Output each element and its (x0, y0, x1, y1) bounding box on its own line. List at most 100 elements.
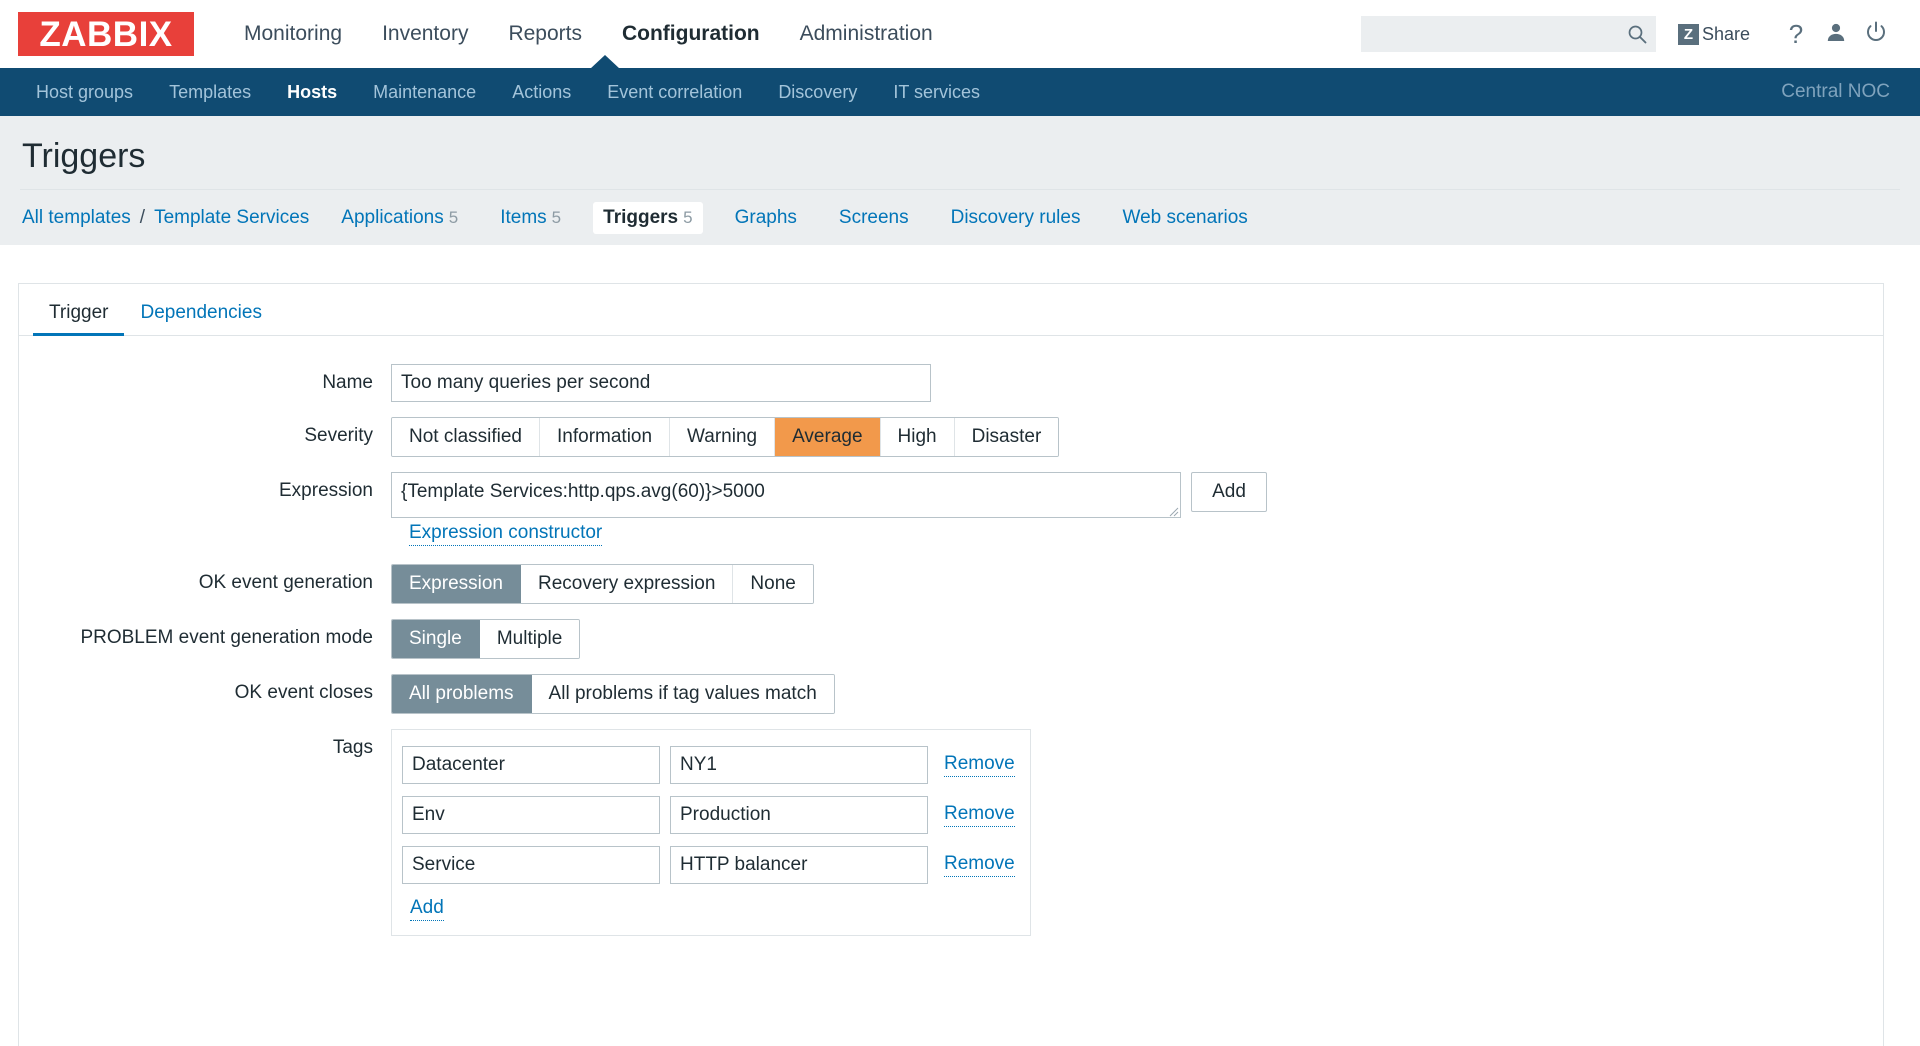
tab-dependencies[interactable]: Dependencies (124, 303, 277, 335)
object-tab-screens[interactable]: Screens (829, 202, 919, 234)
ok-event-generation-option-none[interactable]: None (733, 565, 812, 603)
tag-key-input-3[interactable] (402, 846, 660, 884)
expression-input[interactable]: {Template Services:http.qps.avg(60)}>500… (391, 472, 1181, 518)
object-tab-web-scenarios[interactable]: Web scenarios (1112, 202, 1257, 234)
tag-row: Remove (402, 796, 1014, 834)
expression-constructor-link[interactable]: Expression constructor (409, 521, 602, 546)
object-tab-applications-count: 5 (449, 208, 458, 227)
page-title-zone: Triggers (0, 116, 1920, 175)
field-severity: Not classified Information Warning Avera… (391, 417, 1059, 457)
object-tab-items-label: Items (500, 207, 546, 228)
subnav-item-discovery[interactable]: Discovery (760, 68, 875, 116)
ok-event-generation-option-recovery-expression[interactable]: Recovery expression (521, 565, 733, 603)
form-row-name: Name (19, 364, 1883, 402)
nav-item-inventory[interactable]: Inventory (362, 0, 488, 68)
ok-event-generation-selector: Expression Recovery expression None (391, 564, 814, 604)
field-problem-event-generation-mode: Single Multiple (391, 619, 580, 659)
nav-item-monitoring[interactable]: Monitoring (224, 0, 362, 68)
severity-option-average[interactable]: Average (775, 418, 880, 456)
label-ok-event-generation: OK event generation (19, 564, 391, 602)
label-tags: Tags (19, 729, 391, 767)
severity-option-warning[interactable]: Warning (670, 418, 775, 456)
object-tab-web-scenarios-label: Web scenarios (1122, 207, 1247, 228)
severity-option-not-classified[interactable]: Not classified (392, 418, 540, 456)
subnav-item-templates[interactable]: Templates (151, 68, 269, 116)
severity-option-information[interactable]: Information (540, 418, 670, 456)
nav-item-configuration[interactable]: Configuration (602, 0, 780, 68)
subnav-item-maintenance[interactable]: Maintenance (355, 68, 494, 116)
zabbix-share-icon: Z (1678, 24, 1699, 45)
breadcrumb-all-templates[interactable]: All templates (22, 207, 131, 229)
object-tab-graphs[interactable]: Graphs (725, 202, 807, 234)
help-button[interactable]: ? (1776, 14, 1816, 54)
tags-add-row: Add (402, 896, 1014, 921)
ok-event-generation-option-expression[interactable]: Expression (392, 565, 521, 603)
server-name-label: Central NOC (1781, 81, 1902, 103)
field-expression: {Template Services:http.qps.avg(60)}>500… (391, 472, 1267, 518)
tag-remove-link-1[interactable]: Remove (944, 752, 1015, 777)
logout-button[interactable] (1856, 14, 1896, 54)
tag-remove-link-3[interactable]: Remove (944, 852, 1015, 877)
user-profile-button[interactable] (1816, 14, 1856, 54)
search-icon[interactable] (1627, 24, 1647, 49)
subnav-item-event-correlation[interactable]: Event correlation (589, 68, 760, 116)
problem-event-generation-mode-selector: Single Multiple (391, 619, 580, 659)
tags-table: Remove Remove Remove (391, 729, 1031, 936)
active-menu-pointer (590, 55, 620, 69)
problem-event-mode-option-single[interactable]: Single (392, 620, 480, 658)
object-tab-triggers[interactable]: Triggers5 (593, 202, 702, 234)
share-button[interactable]: Z Share (1678, 24, 1750, 45)
ok-event-closes-option-tag-values-match[interactable]: All problems if tag values match (532, 675, 834, 713)
breadcrumb-template-services[interactable]: Template Services (154, 207, 309, 229)
object-tab-applications-label: Applications (341, 207, 443, 228)
tag-value-input-3[interactable] (670, 846, 928, 884)
nav-item-administration[interactable]: Administration (780, 0, 953, 68)
subnav-item-actions[interactable]: Actions (494, 68, 589, 116)
severity-selector: Not classified Information Warning Avera… (391, 417, 1059, 457)
form-tab-bar: Trigger Dependencies (19, 284, 1883, 336)
form-row-expression: Expression {Template Services:http.qps.a… (19, 472, 1883, 518)
object-tab-triggers-count: 5 (683, 208, 692, 227)
zabbix-logo[interactable]: ZABBIX (18, 12, 194, 56)
tag-key-input-1[interactable] (402, 746, 660, 784)
tag-add-link[interactable]: Add (410, 896, 444, 921)
name-input[interactable] (391, 364, 931, 402)
form-row-ok-event-closes: OK event closes All problems All problem… (19, 674, 1883, 714)
object-tab-discovery-rules[interactable]: Discovery rules (941, 202, 1091, 234)
severity-option-disaster[interactable]: Disaster (955, 418, 1059, 456)
ok-event-closes-selector: All problems All problems if tag values … (391, 674, 835, 714)
nav-item-reports[interactable]: Reports (488, 0, 602, 68)
zabbix-triggers-page: ZABBIX Monitoring Inventory Reports Conf… (0, 0, 1920, 1046)
tag-row: Remove (402, 846, 1014, 884)
question-mark-icon: ? (1789, 21, 1803, 47)
subnav-item-hosts[interactable]: Hosts (269, 68, 355, 116)
trigger-form: Name Severity Not classified Information… (19, 336, 1883, 936)
problem-event-mode-option-multiple[interactable]: Multiple (480, 620, 579, 658)
object-tab-discovery-rules-label: Discovery rules (951, 207, 1081, 228)
field-name (391, 364, 931, 402)
search-input[interactable] (1361, 17, 1611, 51)
severity-option-high[interactable]: High (881, 418, 955, 456)
object-tab-applications[interactable]: Applications 5 (331, 202, 468, 234)
tag-value-input-2[interactable] (670, 796, 928, 834)
breadcrumb: All templates / Template Services Applic… (0, 190, 1920, 245)
label-ok-event-closes: OK event closes (19, 674, 391, 712)
tag-value-input-1[interactable] (670, 746, 928, 784)
trigger-form-card: Trigger Dependencies Name Severity Not c… (18, 283, 1884, 1046)
tab-trigger[interactable]: Trigger (33, 303, 124, 335)
page-header-zone: Triggers All templates / Template Servic… (0, 116, 1920, 245)
expression-add-button[interactable]: Add (1191, 472, 1267, 512)
tag-remove-link-2[interactable]: Remove (944, 802, 1015, 827)
subnav-item-it-services[interactable]: IT services (875, 68, 998, 116)
object-tab-graphs-label: Graphs (735, 207, 797, 228)
global-search[interactable] (1361, 16, 1656, 52)
form-row-problem-event-generation-mode: PROBLEM event generation mode Single Mul… (19, 619, 1883, 659)
label-name: Name (19, 364, 391, 402)
ok-event-closes-option-all-problems[interactable]: All problems (392, 675, 532, 713)
subnav-item-host-groups[interactable]: Host groups (18, 68, 151, 116)
expression-textarea-wrap: {Template Services:http.qps.avg(60)}>500… (391, 472, 1181, 518)
top-header: ZABBIX Monitoring Inventory Reports Conf… (0, 0, 1920, 68)
object-tab-items[interactable]: Items5 (490, 202, 571, 234)
tag-key-input-2[interactable] (402, 796, 660, 834)
main-navigation: Monitoring Inventory Reports Configurati… (224, 0, 953, 68)
